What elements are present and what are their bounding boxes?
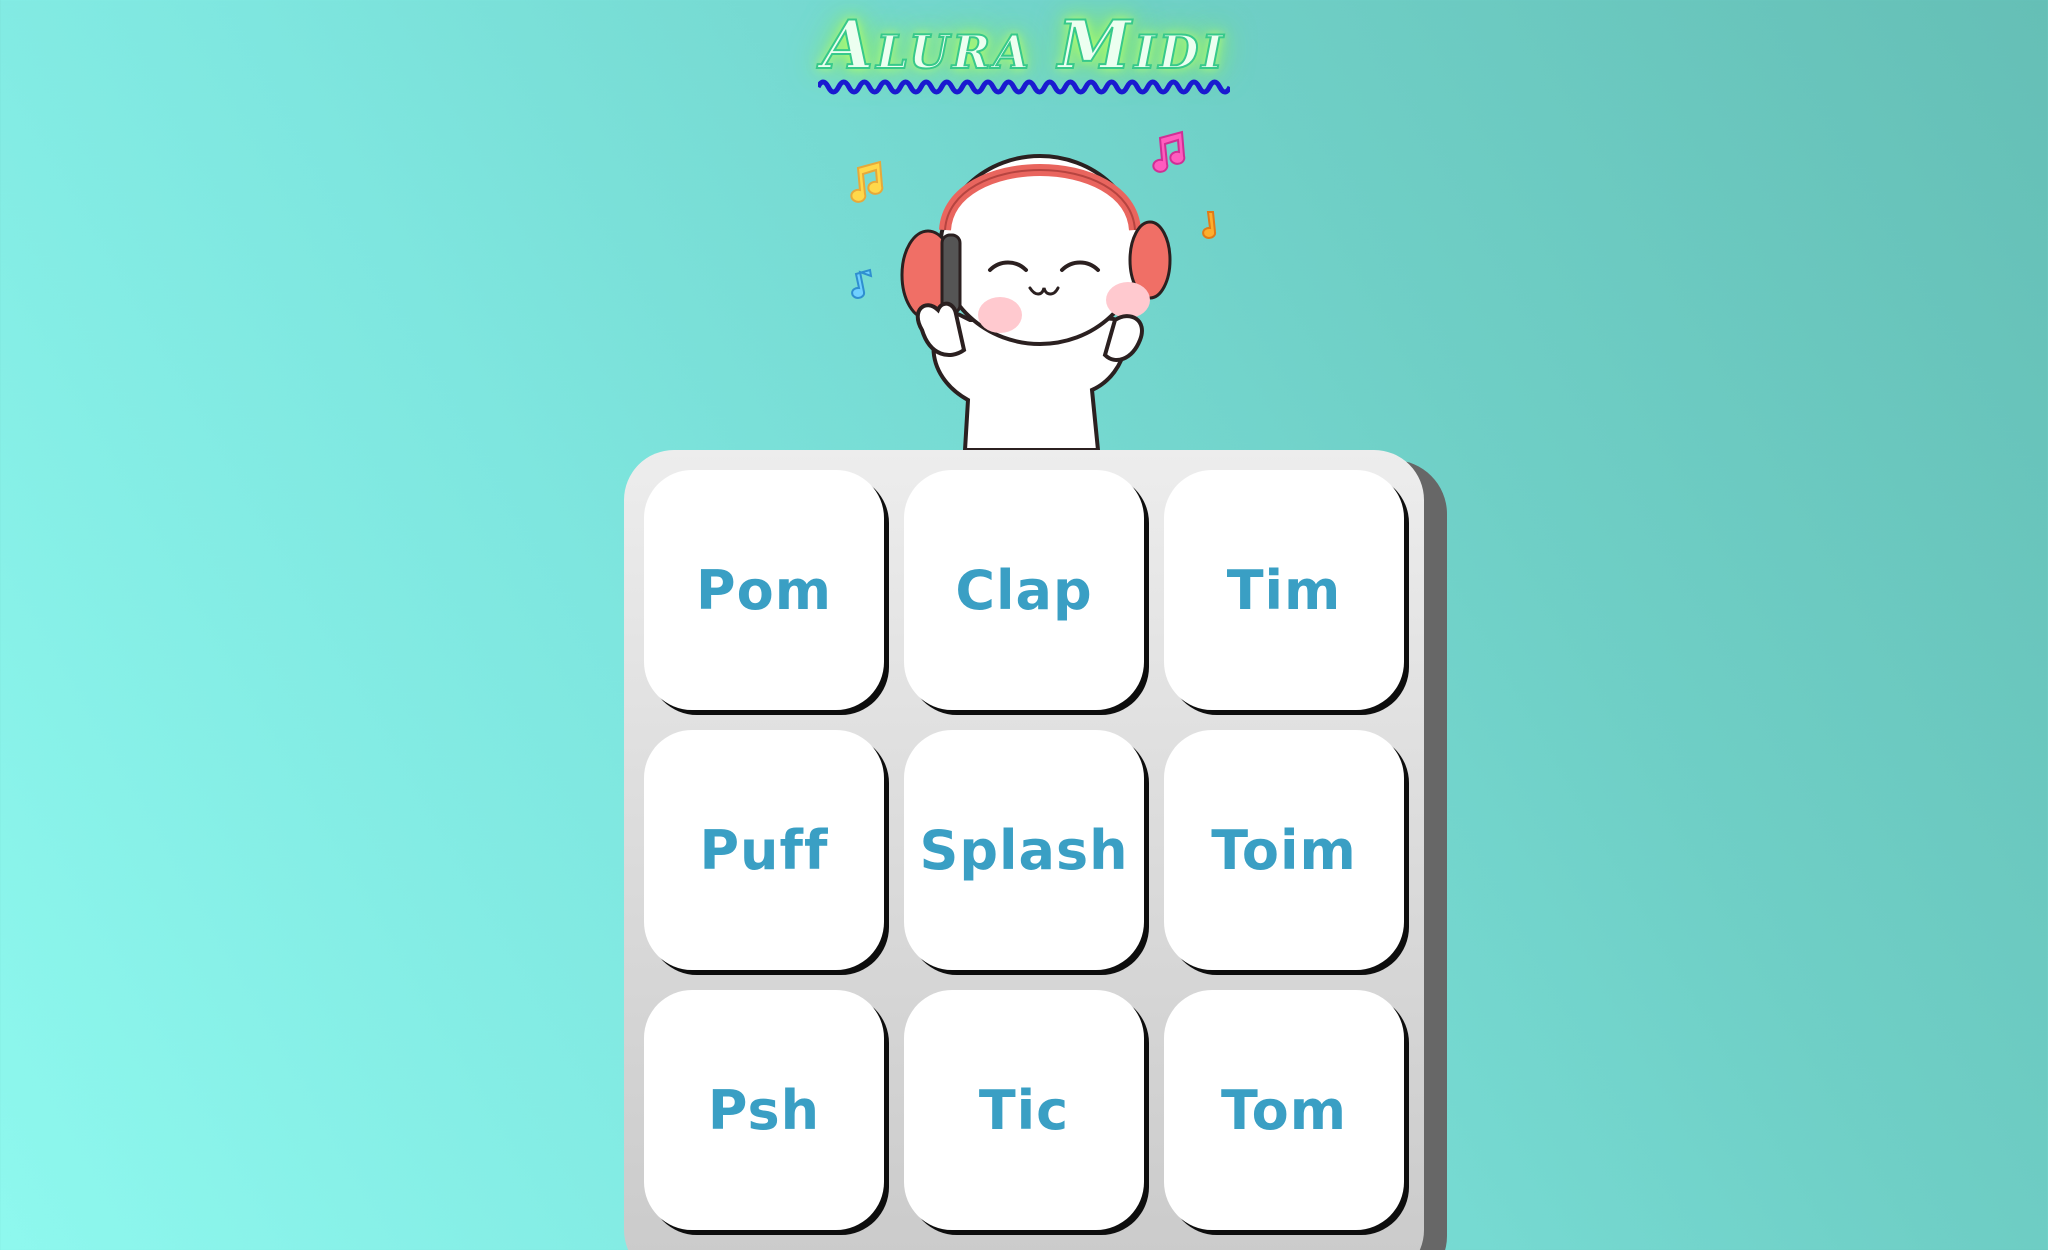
pad-toim-button[interactable]: Toim bbox=[1164, 730, 1404, 970]
pad-puff-button[interactable]: Puff bbox=[644, 730, 884, 970]
pad-label: Puff bbox=[699, 818, 829, 882]
page-title: Alura Midi bbox=[817, 7, 1231, 95]
keypad: Pom Clap Tim Puff Splash Toim Psh Tic To… bbox=[624, 450, 1424, 1250]
pad-splash-button[interactable]: Splash bbox=[904, 730, 1144, 970]
pad-clap-button[interactable]: Clap bbox=[904, 470, 1144, 710]
pad-psh-button[interactable]: Psh bbox=[644, 990, 884, 1230]
music-note-blue-icon bbox=[851, 268, 873, 299]
header: Alura Midi bbox=[0, 0, 2048, 138]
pad-label: Toim bbox=[1211, 818, 1357, 882]
title-wave-underline bbox=[817, 79, 1231, 95]
pad-pom-button[interactable]: Pom bbox=[644, 470, 884, 710]
pad-label: Tim bbox=[1226, 558, 1342, 622]
headphones-mascot-icon bbox=[850, 130, 1217, 450]
pad-tic-button[interactable]: Tic bbox=[904, 990, 1144, 1230]
pad-label: Splash bbox=[919, 818, 1129, 882]
pad-label: Tom bbox=[1220, 1078, 1348, 1142]
pad-tim-button[interactable]: Tim bbox=[1164, 470, 1404, 710]
music-note-yellow-icon bbox=[850, 160, 884, 203]
music-note-orange-icon bbox=[1202, 211, 1217, 239]
pad-tom-button[interactable]: Tom bbox=[1164, 990, 1404, 1230]
pad-label: Psh bbox=[707, 1078, 821, 1142]
pad-label: Pom bbox=[696, 558, 832, 622]
pad-label: Tic bbox=[978, 1078, 1070, 1142]
pad-label: Clap bbox=[955, 558, 1093, 622]
music-note-pink-icon bbox=[1152, 130, 1186, 173]
